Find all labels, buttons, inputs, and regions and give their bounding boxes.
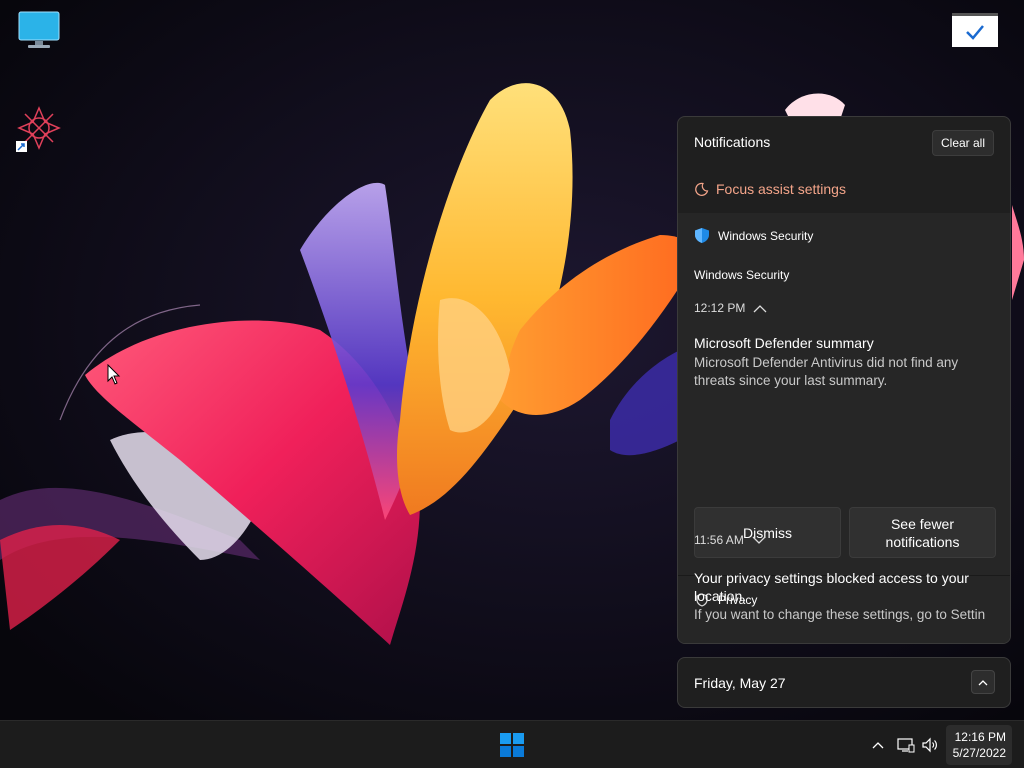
checkmark-icon — [966, 24, 984, 40]
chevron-up-icon — [753, 304, 767, 312]
focus-assist-link[interactable]: Focus assist settings — [694, 181, 846, 197]
chevron-up-icon — [978, 679, 988, 685]
notification-body: If you want to change these settings, go… — [694, 607, 986, 622]
notification-time: 12:12 PM — [694, 301, 746, 315]
notifications-title: Notifications — [694, 134, 771, 150]
notification-time-row[interactable]: 12:12 PM — [694, 301, 767, 315]
chevron-down-icon — [752, 536, 766, 544]
notification-title: Microsoft Defender summary — [694, 335, 874, 351]
mouse-cursor-icon — [107, 364, 121, 385]
taskbar: 12:16 PM 5/27/2022 — [0, 720, 1024, 768]
shortcut-app-icon[interactable] — [15, 106, 63, 154]
clear-all-button[interactable]: Clear all — [932, 130, 994, 156]
start-button[interactable] — [498, 731, 526, 759]
notification-body: Microsoft Defender Antivirus did not fin… — [694, 355, 959, 388]
clock-date: 5/27/2022 — [952, 746, 1006, 760]
checkmark-widget[interactable] — [952, 13, 998, 47]
notification-title: Your privacy settings blocked access to … — [694, 570, 969, 604]
calendar-date: Friday, May 27 — [694, 675, 786, 691]
calendar-panel: Friday, May 27 — [677, 657, 1011, 708]
this-pc-icon[interactable] — [15, 8, 63, 56]
moon-icon — [695, 182, 709, 196]
group-app-name: Windows Security — [718, 228, 814, 243]
clock-time: 12:16 PM — [954, 730, 1006, 744]
windows-logo-icon — [500, 733, 524, 757]
focus-assist-label: Focus assist settings — [716, 181, 846, 197]
see-fewer-notifications-button[interactable]: See fewer notifications — [849, 507, 996, 558]
volume-icon[interactable] — [920, 735, 940, 755]
show-hidden-icons-button[interactable] — [868, 735, 888, 755]
taskbar-clock[interactable]: 12:16 PM 5/27/2022 — [946, 725, 1012, 765]
notification-time: 11:56 AM — [694, 533, 744, 547]
calendar-expand-button[interactable] — [971, 670, 995, 694]
notification-time-row[interactable]: 11:56 AM — [694, 533, 766, 547]
group-header-windows-security: Windows Security — [694, 227, 813, 244]
notification-center: Notifications Clear all Focus assist set… — [677, 116, 1011, 644]
chevron-up-icon — [872, 742, 884, 749]
notification-subheader: Windows Security — [694, 268, 790, 282]
shield-icon — [695, 228, 709, 243]
network-icon[interactable] — [896, 735, 916, 755]
